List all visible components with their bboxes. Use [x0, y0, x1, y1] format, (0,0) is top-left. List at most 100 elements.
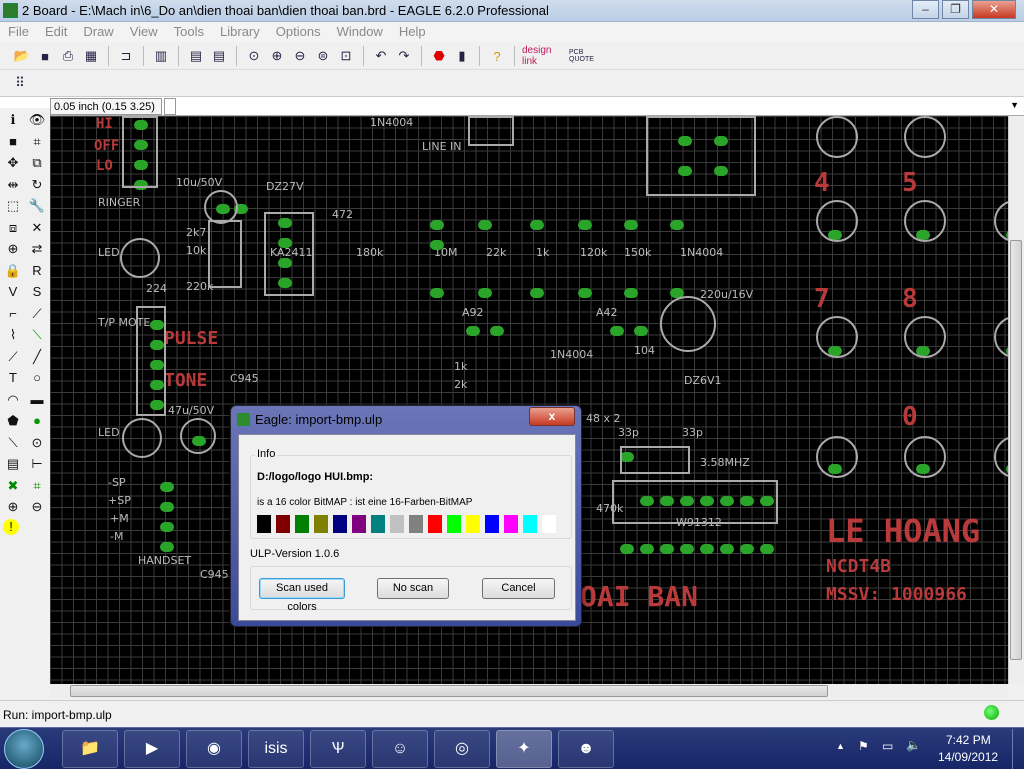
route-tool-icon[interactable]: ⟍ — [27, 325, 47, 345]
script-icon[interactable]: ▤ — [186, 46, 206, 66]
eagle-app-icon[interactable] — [3, 3, 18, 18]
save-icon[interactable]: ■ — [35, 46, 55, 66]
clock-date[interactable]: 14/09/2012 — [938, 750, 998, 764]
drc-tool-icon[interactable]: ⊖ — [27, 497, 47, 517]
lock-tool-icon[interactable]: 🔒 — [3, 261, 23, 281]
taskbar: 📁 ▶ ◉ isis Ѱ ☺ ◎ ✦ ☻ ▲ ⚑ ▭ 🔈 7:42 PM 14/09/2012 — [0, 727, 1024, 769]
redo-icon[interactable]: ↷ — [394, 46, 414, 66]
display-tool-icon[interactable]: ■ — [3, 132, 23, 152]
move-tool-icon[interactable]: ✥ — [3, 153, 23, 173]
polygon-tool-icon[interactable]: ⬟ — [3, 411, 23, 431]
split-tool-icon[interactable]: ⟋ — [27, 304, 47, 324]
menu-draw[interactable]: Draw — [75, 22, 121, 39]
taskbar-chrome-icon[interactable]: ◉ — [186, 730, 242, 768]
optimize-tool-icon[interactable]: ⌇ — [3, 325, 23, 345]
taskbar-eagle-icon[interactable]: ✦ — [496, 730, 552, 768]
zoom-out-icon[interactable]: ⊖ — [290, 46, 310, 66]
schematic-icon[interactable]: ⊐ — [116, 46, 136, 66]
command-input[interactable]: ▼ — [178, 98, 1023, 115]
taskbar-network-icon[interactable]: ◎ — [434, 730, 490, 768]
copy-tool-icon[interactable]: ⧉ — [27, 153, 47, 173]
vertical-scroll-thumb[interactable] — [1010, 240, 1022, 660]
restore-button[interactable]: ❐ — [942, 0, 969, 19]
show-hidden-icons[interactable]: ▲ — [836, 741, 845, 751]
show-desktop-button[interactable] — [1012, 729, 1024, 769]
no-scan-button[interactable]: No scan — [377, 578, 449, 599]
menu-tools[interactable]: Tools — [166, 22, 212, 39]
rect-tool-icon[interactable]: ▬ — [27, 390, 47, 410]
cam-icon[interactable]: ▦ — [81, 46, 101, 66]
network-icon[interactable]: ▭ — [882, 739, 893, 753]
info-tool-icon[interactable]: ℹ — [3, 110, 23, 130]
add-tool-icon[interactable]: ⊕ — [3, 239, 23, 259]
signal-tool-icon[interactable]: ⟍ — [3, 433, 23, 453]
show-tool-icon[interactable]: 👁 — [27, 110, 47, 130]
grid-icon[interactable]: ⠿ — [10, 73, 30, 93]
zoom-select-icon[interactable]: ⊡ — [336, 46, 356, 66]
minimize-button[interactable]: ‒ — [912, 0, 939, 19]
hole-tool-icon[interactable]: ⊙ — [27, 433, 47, 453]
smash-tool-icon[interactable]: S — [27, 282, 47, 302]
start-button[interactable] — [4, 729, 44, 769]
text-tool-icon[interactable]: T — [3, 368, 23, 388]
action-center-flag-icon[interactable]: ⚑ — [858, 739, 869, 753]
auto-tool-icon[interactable]: ⌗ — [27, 476, 47, 496]
color-swatch — [333, 515, 347, 533]
erc-tool-icon[interactable]: ⊕ — [3, 497, 23, 517]
ratsnest-tool-icon[interactable]: ✖ — [3, 476, 23, 496]
ripup-tool-icon[interactable]: ⟋ — [3, 347, 23, 367]
dialog-close-button[interactable]: x — [529, 407, 575, 426]
paste-tool-icon[interactable]: ⧈ — [3, 218, 23, 238]
delete-tool-icon[interactable]: ✕ — [27, 218, 47, 238]
miter-tool-icon[interactable]: ⌐ — [3, 304, 23, 324]
stop-icon[interactable]: ⬣ — [429, 46, 449, 66]
print-icon[interactable]: ⎙ — [58, 46, 78, 66]
clock-time[interactable]: 7:42 PM — [946, 733, 991, 747]
zoom-fit-icon[interactable]: ⊙ — [244, 46, 264, 66]
errors-tool-icon[interactable]: ! — [3, 518, 19, 535]
open-icon[interactable]: 📂 — [12, 46, 32, 66]
dimension-tool-icon[interactable]: ⊢ — [27, 454, 47, 474]
attribute-tool-icon[interactable]: ▤ — [3, 454, 23, 474]
designlink-button[interactable]: design link — [522, 45, 566, 67]
circle-tool-icon[interactable]: ○ — [27, 368, 47, 388]
menu-library[interactable]: Library — [212, 22, 268, 39]
value-tool-icon[interactable]: V — [3, 282, 23, 302]
group-tool-icon[interactable]: ⬚ — [3, 196, 23, 216]
mark-tool-icon[interactable]: ⌗ — [27, 132, 47, 152]
mirror-tool-icon[interactable]: ⇹ — [3, 175, 23, 195]
ulp-icon[interactable]: ▤ — [209, 46, 229, 66]
zoom-redraw-icon[interactable]: ⊜ — [313, 46, 333, 66]
scan-used-colors-button[interactable]: Scan used colors — [259, 578, 345, 613]
taskbar-media-player-icon[interactable]: ▶ — [124, 730, 180, 768]
via-tool-icon[interactable]: ● — [27, 411, 47, 431]
pcb-quote-button[interactable]: PCB QUOTE — [569, 46, 609, 66]
undo-icon[interactable]: ↶ — [371, 46, 391, 66]
cancel-button[interactable]: Cancel — [482, 578, 555, 599]
wire-tool-icon[interactable]: ╱ — [27, 347, 47, 367]
menu-view[interactable]: View — [122, 22, 166, 39]
taskbar-messenger-icon[interactable]: ☺ — [372, 730, 428, 768]
horizontal-scroll-thumb[interactable] — [70, 685, 828, 697]
menu-edit[interactable]: Edit — [37, 22, 75, 39]
arc-tool-icon[interactable]: ◠ — [3, 390, 23, 410]
go-icon[interactable]: ▮ — [452, 46, 472, 66]
taskbar-eagle-ulp-icon[interactable]: Ѱ — [310, 730, 366, 768]
menu-help[interactable]: Help — [391, 22, 434, 39]
library-icon[interactable]: ▥ — [151, 46, 171, 66]
menu-options[interactable]: Options — [268, 22, 329, 39]
zoom-in-icon[interactable]: ⊕ — [267, 46, 287, 66]
close-button[interactable]: ✕ — [972, 0, 1016, 19]
chevron-down-icon[interactable]: ▼ — [1010, 100, 1019, 110]
change-tool-icon[interactable]: 🔧 — [27, 196, 47, 216]
taskbar-isis-icon[interactable]: isis — [248, 730, 304, 768]
name-tool-icon[interactable]: R — [27, 261, 47, 281]
rotate-tool-icon[interactable]: ↻ — [27, 175, 47, 195]
menu-window[interactable]: Window — [329, 22, 391, 39]
volume-icon[interactable]: 🔈 — [906, 738, 921, 752]
taskbar-explorer-icon[interactable]: 📁 — [62, 730, 118, 768]
help-icon[interactable]: ? — [487, 46, 507, 66]
menu-file[interactable]: File — [0, 22, 37, 39]
taskbar-yahoo-messenger-icon[interactable]: ☻ — [558, 730, 614, 768]
replace-tool-icon[interactable]: ⇄ — [27, 239, 47, 259]
